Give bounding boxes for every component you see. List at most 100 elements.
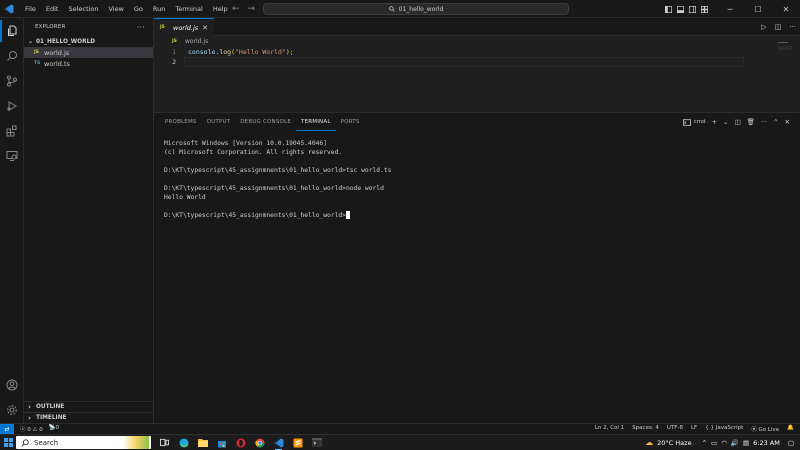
toggle-sidebar-icon[interactable]	[662, 0, 674, 18]
notification-center-icon[interactable]: ▢	[788, 439, 794, 447]
problems-status[interactable]: ⓧ 0 ⚠ 0	[20, 425, 43, 433]
tab-output[interactable]: OUTPUT	[202, 113, 236, 131]
command-center-text: 01_hello_world	[398, 5, 444, 13]
tab-world-js[interactable]: JS world.js ✕	[154, 18, 214, 36]
status-bar: ⇄ ⓧ 0 ⚠ 0 📡0 Ln 2, Col 1 Spaces: 4 UTF-8…	[0, 423, 800, 435]
terminal-line: Microsoft Windows [Version 10.0.19045.40…	[164, 140, 328, 147]
accounts-icon[interactable]	[0, 374, 24, 396]
menu-selection[interactable]: Selection	[63, 0, 103, 18]
terminal-line: D:\KT\typescript\45_assignmnents\01_hell…	[164, 185, 384, 192]
wifi-icon[interactable]: ◠	[721, 439, 727, 447]
tab-ports[interactable]: PORTS	[336, 113, 365, 131]
close-window-button[interactable]: ✕	[772, 0, 800, 18]
edge-browser-icon[interactable]	[176, 435, 191, 450]
opera-browser-icon[interactable]	[233, 435, 248, 450]
split-editor-icon[interactable]: ◫	[775, 23, 782, 31]
run-code-icon[interactable]: ▷	[761, 23, 766, 31]
menu-file[interactable]: File	[20, 0, 41, 18]
menu-edit[interactable]: Edit	[41, 0, 64, 18]
remote-indicator-icon[interactable]: ⇄	[0, 423, 14, 435]
menu-view[interactable]: View	[103, 0, 128, 18]
vscode-taskbar-icon[interactable]	[271, 435, 286, 450]
breadcrumb-file[interactable]: world.js	[185, 38, 208, 45]
weather-text[interactable]: 20°C Haze	[657, 439, 691, 447]
file-item-world-ts[interactable]: TS world.ts	[24, 58, 153, 69]
timeline-label: TIMELINE	[36, 415, 67, 421]
tab-terminal[interactable]: TERMINAL	[296, 114, 336, 131]
code-text: console.log("Hello World");	[188, 48, 294, 56]
language-mode[interactable]: { } JavaScript	[705, 425, 743, 433]
chevron-down-icon: ⌄	[28, 38, 34, 45]
encoding[interactable]: UTF-8	[667, 425, 683, 433]
run-debug-icon[interactable]	[0, 95, 24, 117]
go-live-button[interactable]: ⦿ Go Live	[751, 425, 779, 433]
line-number: 1	[172, 48, 176, 56]
source-control-icon[interactable]	[0, 70, 24, 92]
terminal-output[interactable]: Microsoft Windows [Version 10.0.19045.40…	[154, 131, 800, 220]
search-highlight-illustration-icon	[123, 436, 149, 449]
minimap[interactable]	[778, 40, 792, 62]
chrome-icon[interactable]	[252, 435, 267, 450]
more-actions-icon[interactable]: ···	[789, 23, 796, 31]
clock[interactable]: 6:23 AM	[753, 439, 780, 447]
forward-arrow-icon[interactable]: →	[248, 4, 256, 14]
line-ending[interactable]: LF	[691, 425, 697, 433]
terminal-app-icon[interactable]	[309, 435, 324, 450]
command-center-search[interactable]: 01_hello_world	[263, 3, 569, 15]
network-icon[interactable]: ▭	[711, 439, 717, 447]
minimize-button[interactable]: ─	[716, 0, 744, 18]
windows-start-icon[interactable]	[0, 435, 16, 450]
language-icon[interactable]: ▤	[743, 439, 749, 447]
ports-status[interactable]: 📡0	[49, 425, 59, 433]
back-arrow-icon[interactable]: ←	[232, 4, 240, 14]
windows-taskbar: Search ☁ 20°C Haze ⌃ ▭ ◠ 🔊 ▤ 6:23 AM ▢	[0, 434, 800, 450]
workspace-folder[interactable]: ⌄ 01_HELLO_WORLD	[24, 36, 153, 47]
close-panel-icon[interactable]: ✕	[785, 118, 790, 126]
explorer-icon[interactable]	[0, 20, 24, 42]
taskbar-search[interactable]: Search	[16, 436, 151, 449]
close-icon[interactable]: ✕	[202, 24, 208, 32]
store-icon[interactable]	[214, 435, 229, 450]
outline-section[interactable]: › OUTLINE	[24, 401, 154, 412]
status-right: Ln 2, Col 1 Spaces: 4 UTF-8 LF { } JavaS…	[595, 425, 800, 433]
maximize-button[interactable]: ☐	[744, 0, 772, 18]
remote-explorer-icon[interactable]	[0, 145, 24, 167]
more-actions-icon[interactable]: ···	[761, 118, 767, 126]
volume-icon[interactable]: 🔊	[731, 439, 739, 447]
cursor-position[interactable]: Ln 2, Col 1	[595, 425, 624, 433]
sublime-icon[interactable]	[290, 435, 305, 450]
tab-problems[interactable]: PROBLEMS	[160, 113, 202, 131]
file-name: world.js	[44, 48, 70, 57]
menu-terminal[interactable]: Terminal	[170, 0, 207, 18]
terminal-selector[interactable]: cmd	[682, 118, 706, 126]
code-line-2[interactable]: 2	[154, 57, 800, 67]
file-item-world-js[interactable]: JS world.js	[24, 47, 153, 58]
more-actions-icon[interactable]: ···	[137, 23, 145, 32]
split-terminal-icon[interactable]: ◫	[734, 118, 740, 126]
tab-debug-console[interactable]: DEBUG CONSOLE	[235, 113, 296, 131]
manage-gear-icon[interactable]	[0, 399, 24, 421]
toggle-secondary-sidebar-icon[interactable]	[686, 0, 698, 18]
notifications-bell-icon[interactable]: 🔔	[787, 425, 794, 433]
search-icon[interactable]	[0, 45, 24, 67]
extensions-icon[interactable]	[0, 120, 24, 142]
new-terminal-icon[interactable]: +	[712, 118, 717, 126]
shell-name: cmd	[693, 119, 706, 125]
menu-help[interactable]: Help	[208, 0, 233, 18]
code-line-1[interactable]: 1 console.log("Hello World");	[154, 47, 800, 57]
customize-layout-icon[interactable]	[698, 0, 710, 18]
maximize-panel-icon[interactable]: ⌃	[773, 118, 778, 126]
weather-icon[interactable]: ☁	[645, 438, 653, 447]
menu-run[interactable]: Run	[148, 0, 170, 18]
menu-go[interactable]: Go	[129, 0, 148, 18]
task-view-icon[interactable]	[157, 435, 172, 450]
terminal-line: D:\KT\typescript\45_assignmnents\01_hell…	[164, 167, 392, 174]
indentation[interactable]: Spaces: 4	[632, 425, 659, 433]
chevron-up-icon[interactable]: ⌃	[702, 439, 707, 447]
file-explorer-icon[interactable]	[195, 435, 210, 450]
chevron-down-icon[interactable]: ⌄	[723, 118, 728, 126]
trash-icon[interactable]: 🗑	[747, 118, 755, 126]
timeline-section[interactable]: › TIMELINE	[24, 412, 154, 423]
toggle-panel-icon[interactable]	[674, 0, 686, 18]
